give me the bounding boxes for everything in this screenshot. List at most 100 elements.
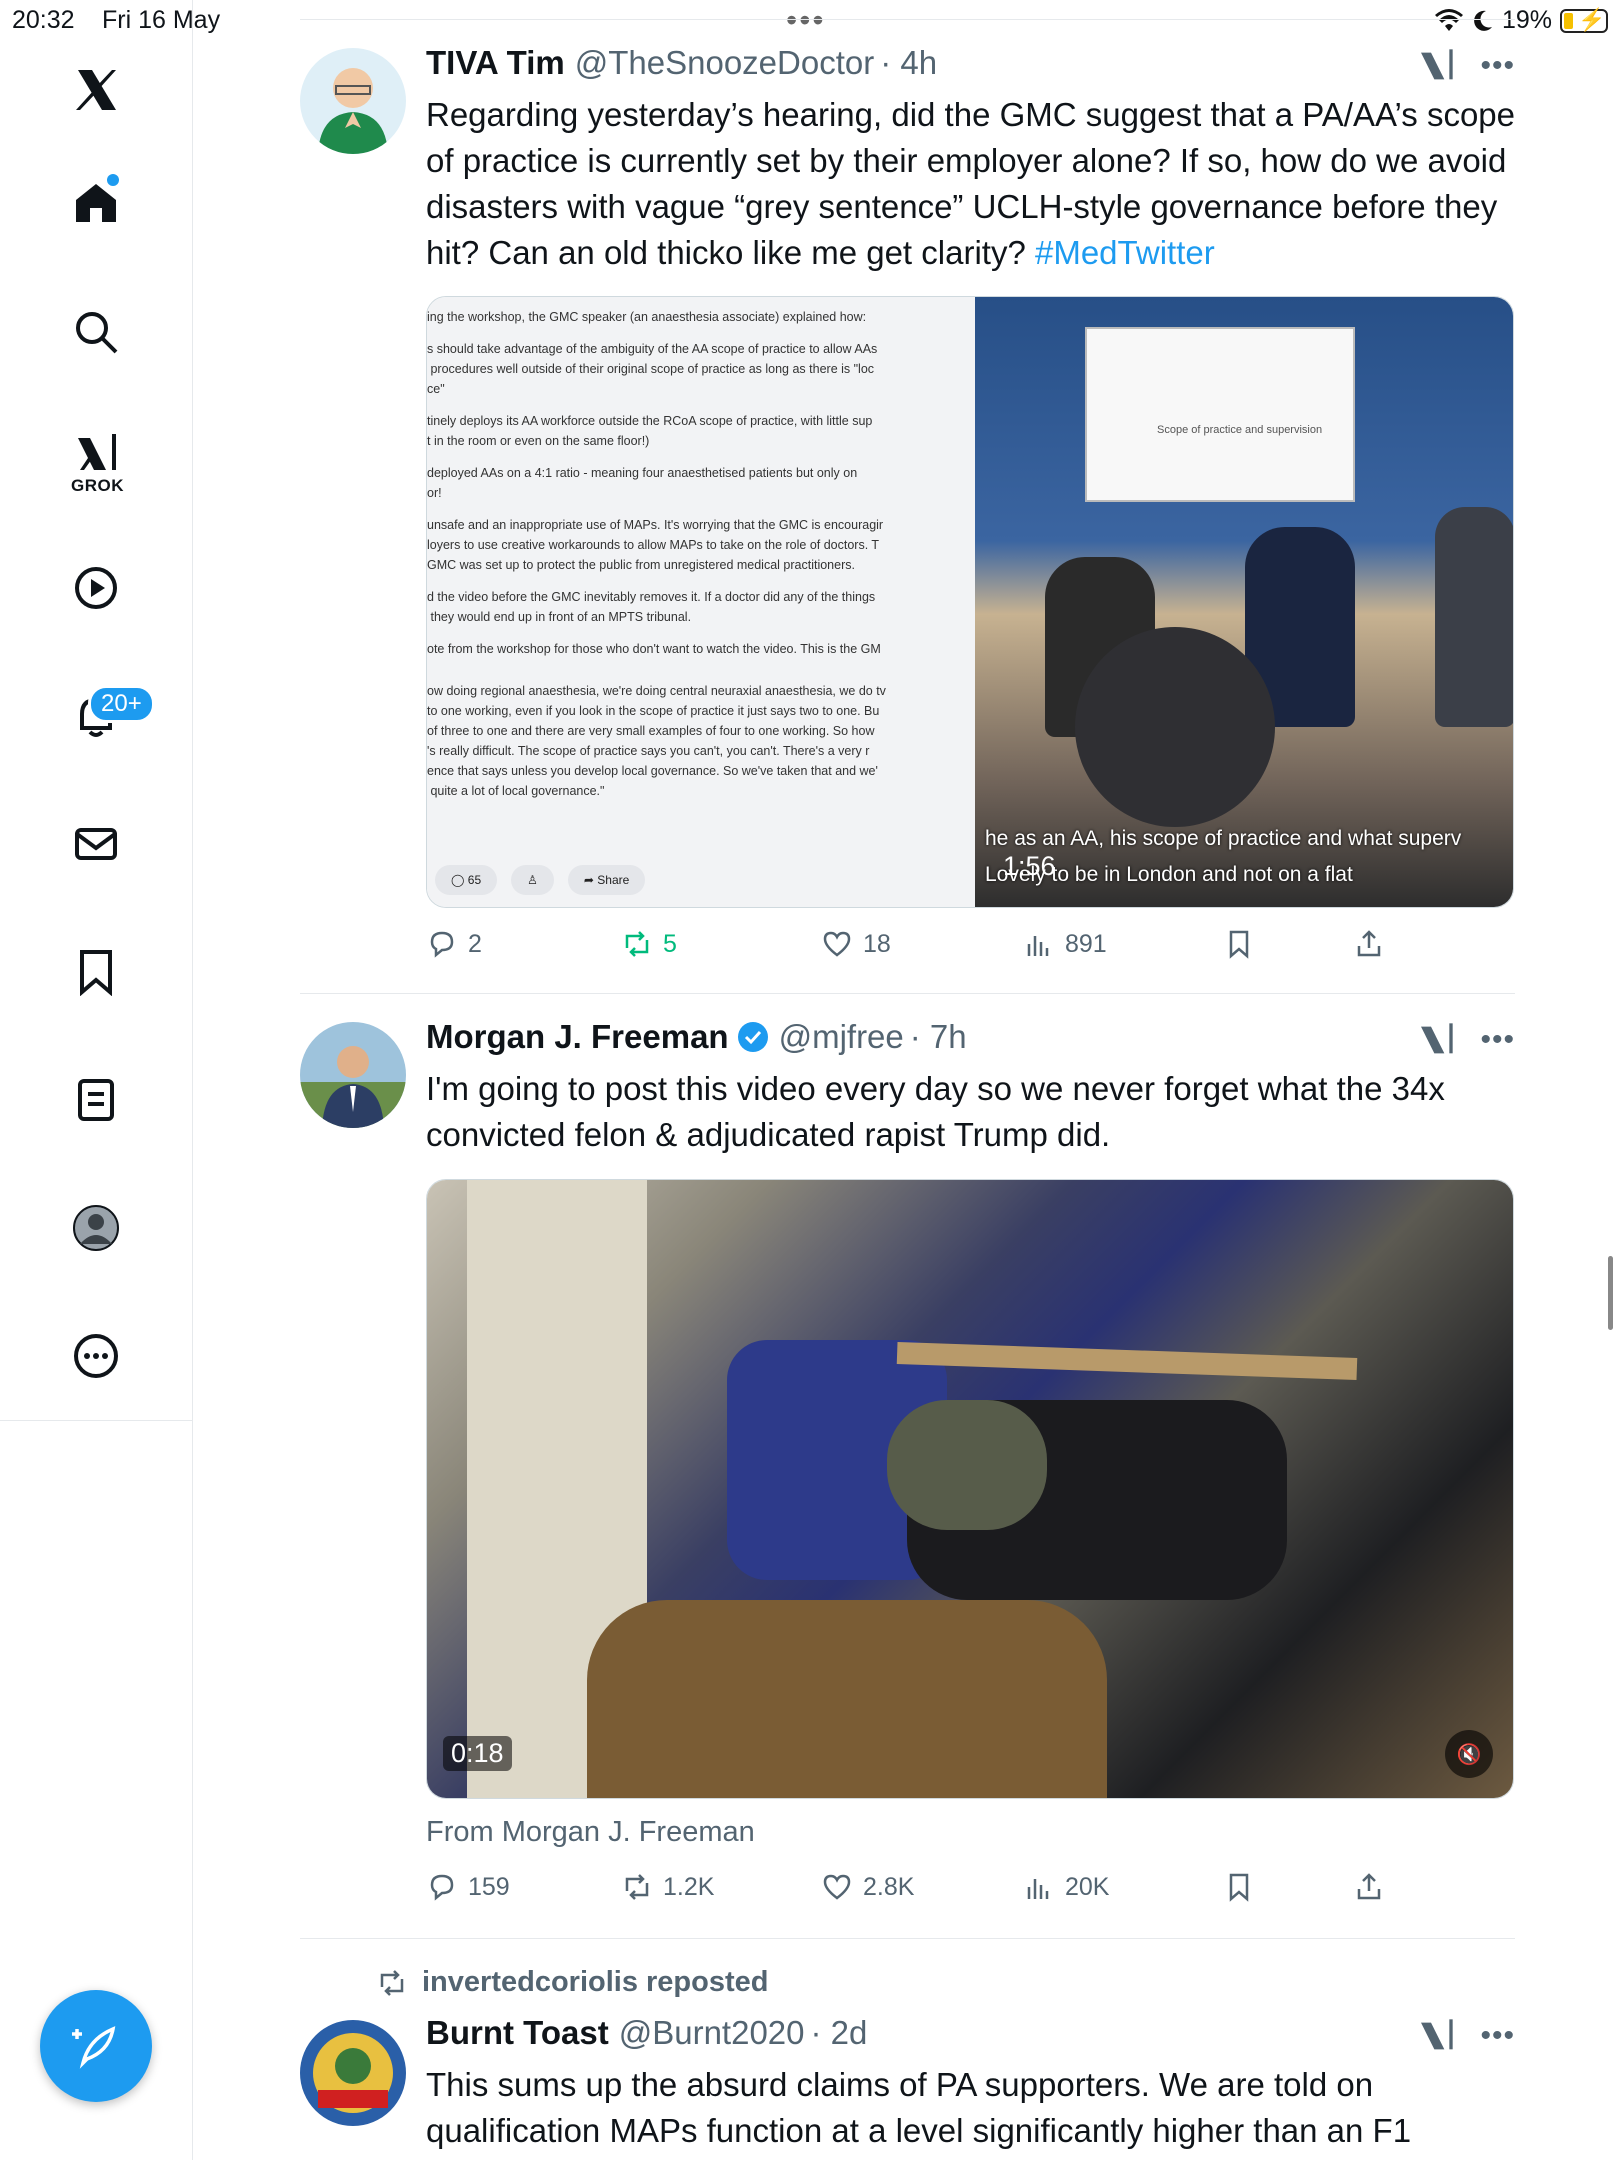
views-button[interactable]: 891: [1023, 928, 1223, 960]
repost-button[interactable]: 5: [621, 928, 821, 960]
status-bar: 20:32 Fri 16 May ••• 19% ⚡: [0, 0, 1620, 40]
bookmark-icon: [1229, 1873, 1249, 1902]
verified-badge-icon: [737, 1022, 768, 1052]
home-icon[interactable]: [56, 162, 136, 242]
repost-indicator[interactable]: invertedcoriolis reposted: [376, 1966, 769, 1999]
document-paragraph: deployed AAs on a 4:1 ratio - meaning fo…: [427, 466, 858, 500]
grok-icon[interactable]: [1416, 2016, 1456, 2056]
more-options-icon[interactable]: •••: [1480, 1023, 1515, 1057]
heart-icon: [823, 931, 851, 957]
author-name[interactable]: Morgan J. Freeman: [426, 1018, 729, 1056]
like-count: 2.8K: [863, 1872, 915, 1901]
document-paragraph: ing the workshop, the GMC speaker (an an…: [427, 310, 867, 324]
post-time[interactable]: · 2d: [811, 2014, 868, 2052]
comment-pill: ◯ 65: [435, 865, 498, 895]
repost-icon: [625, 1874, 649, 1900]
views-button[interactable]: 20K: [1023, 1871, 1223, 1903]
repost-count: 5: [663, 929, 677, 958]
bookmark-button[interactable]: [1223, 1871, 1353, 1903]
moon-icon: [1474, 10, 1492, 31]
video-duration: 1:56: [1003, 851, 1056, 881]
share-icon: [1357, 1873, 1381, 1900]
video-duration: 0:18: [443, 1736, 512, 1771]
post-text: Regarding yesterday’s hearing, did the G…: [426, 92, 1516, 276]
slide-title: Scope of practice and supervision: [1157, 424, 1323, 436]
divider: [300, 993, 1515, 994]
profile-avatar-icon[interactable]: [56, 1188, 136, 1268]
repost-button[interactable]: 1.2K: [621, 1871, 821, 1903]
like-button[interactable]: 2.8K: [821, 1871, 1023, 1903]
wooden-pole: [896, 1341, 1358, 1381]
repost-by-label: invertedcoriolis reposted: [422, 1966, 769, 1998]
bookmark-button[interactable]: [1223, 928, 1353, 960]
post-media[interactable]: 0:18 🔇: [426, 1179, 1514, 1799]
repost-icon: [380, 1969, 404, 1996]
views-icon: [1027, 1879, 1049, 1899]
scrollbar[interactable]: [1608, 1256, 1613, 1330]
document-paragraph: ote from the workshop for those who don'…: [427, 642, 881, 656]
video-player[interactable]: [427, 1180, 1513, 1798]
sidebar: GROK 20+: [0, 0, 193, 2160]
avatar[interactable]: [300, 2020, 406, 2126]
post-time[interactable]: · 4h: [880, 44, 937, 82]
view-count: 20K: [1065, 1872, 1110, 1901]
like-count: 18: [863, 929, 891, 958]
presentation-screen: Scope of practice and supervision: [1085, 327, 1355, 502]
grok-icon[interactable]: [1416, 1020, 1456, 1060]
award-pill: ♙: [511, 865, 554, 895]
compose-post-button[interactable]: [40, 1990, 152, 2102]
audience-member: [1075, 627, 1275, 827]
document-paragraph: unsafe and an inappropriate use of MAPs.…: [427, 518, 884, 572]
share-button[interactable]: [1353, 928, 1385, 960]
author-handle[interactable]: @TheSnoozeDoctor: [575, 44, 874, 82]
reply-button[interactable]: 159: [426, 1871, 621, 1903]
multitasking-dots[interactable]: •••: [786, 2, 826, 39]
grok-label: GROK: [71, 476, 124, 495]
post-actions: 159 1.2K 2.8K 20K: [426, 1871, 1426, 1903]
lists-icon[interactable]: [56, 1060, 136, 1140]
mute-toggle-icon[interactable]: 🔇: [1445, 1730, 1493, 1778]
grok-icon[interactable]: [1416, 46, 1456, 86]
home-unread-dot: [107, 174, 119, 186]
reply-button[interactable]: 2: [426, 928, 621, 960]
author-handle[interactable]: @mjfree: [779, 1018, 904, 1056]
author-name[interactable]: TIVA Tim: [426, 44, 565, 82]
post-time[interactable]: · 7h: [910, 1018, 967, 1056]
hashtag-link[interactable]: #MedTwitter: [1035, 234, 1215, 271]
share-button[interactable]: [1353, 1871, 1385, 1903]
avatar[interactable]: [300, 48, 406, 154]
bookmarks-icon[interactable]: [56, 932, 136, 1012]
speaker-figure: [1435, 507, 1513, 727]
reply-count: 159: [468, 1872, 510, 1901]
like-button[interactable]: 18: [821, 928, 1023, 960]
share-icon: [1357, 930, 1381, 957]
x-logo-icon[interactable]: [56, 50, 136, 130]
videos-icon[interactable]: [56, 548, 136, 628]
post-body: I'm going to post this video every day s…: [426, 1070, 1445, 1153]
video-subtitle: he as an AA, his scope of practice and w…: [985, 827, 1462, 850]
more-options-icon[interactable]: [56, 1316, 136, 1396]
post-body: This sums up the absurd claims of PA sup…: [426, 2066, 1412, 2149]
avatar[interactable]: [300, 1022, 406, 1128]
views-icon: [1027, 936, 1049, 956]
post-media[interactable]: ing the workshop, the GMC speaker (an an…: [426, 296, 1514, 908]
document-paragraph: s should take advantage of the ambiguity…: [427, 342, 878, 396]
bookmark-icon: [1229, 930, 1249, 959]
reply-icon: [430, 931, 454, 958]
wifi-icon: [1434, 8, 1463, 31]
sidebar-divider: [0, 1420, 193, 1421]
document-paragraph: ow doing regional anaesthesia, we're doi…: [427, 684, 886, 798]
author-name[interactable]: Burnt Toast: [426, 2014, 609, 2052]
video-attribution[interactable]: From Morgan J. Freeman: [426, 1816, 755, 1849]
messages-icon[interactable]: [56, 804, 136, 884]
document-paragraph: d the video before the GMC inevitably re…: [427, 590, 876, 624]
battery-icon: ⚡: [1560, 7, 1608, 33]
search-icon[interactable]: [56, 292, 136, 372]
document-paragraph: tinely deploys its AA workforce outside …: [427, 414, 873, 448]
more-options-icon[interactable]: •••: [1480, 2019, 1515, 2053]
repost-count: 1.2K: [663, 1872, 715, 1901]
notifications-badge: 20+: [88, 685, 155, 723]
more-options-icon[interactable]: •••: [1480, 49, 1515, 83]
video-player[interactable]: Scope of practice and supervision he as …: [975, 297, 1513, 907]
author-handle[interactable]: @Burnt2020: [619, 2014, 805, 2052]
